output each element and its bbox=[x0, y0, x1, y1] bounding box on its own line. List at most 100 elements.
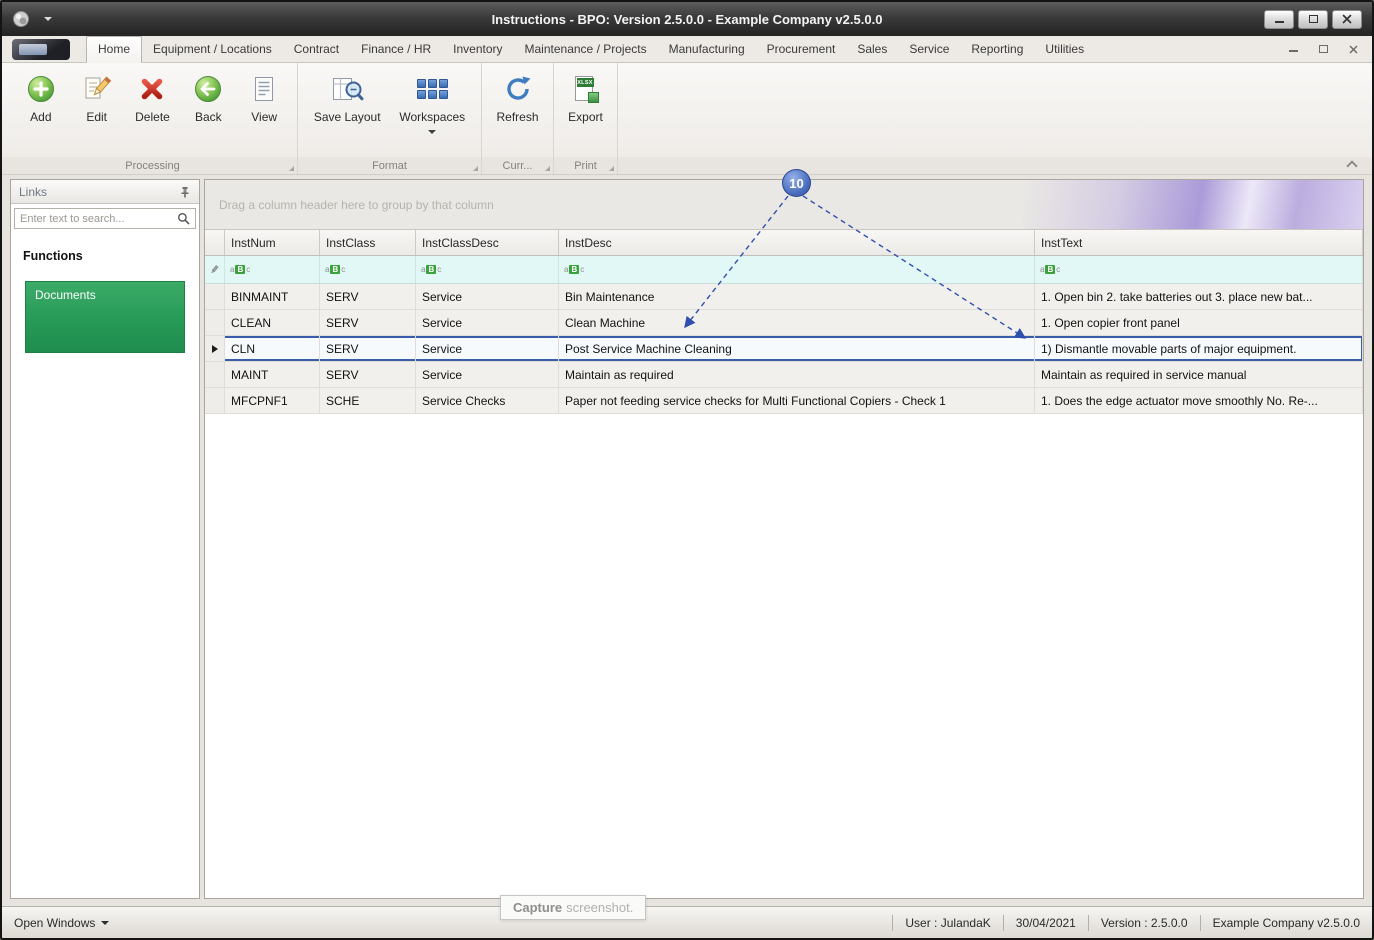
maximize-button[interactable] bbox=[1298, 9, 1328, 29]
edit-button[interactable]: Edit bbox=[74, 68, 120, 126]
column-header-instdesc[interactable]: InstDesc bbox=[559, 230, 1035, 255]
cell-instnum[interactable]: CLN bbox=[225, 336, 320, 361]
abc-filter-icon: aBc bbox=[230, 264, 251, 274]
search-box bbox=[14, 208, 196, 229]
cell-instdesc[interactable]: Maintain as required bbox=[559, 362, 1035, 387]
cell-instdesc[interactable]: Clean Machine bbox=[559, 310, 1035, 335]
pin-icon[interactable] bbox=[179, 186, 191, 198]
minimize-button[interactable] bbox=[1264, 9, 1294, 29]
filter-cell-instclassdesc[interactable]: aBc bbox=[416, 256, 559, 283]
export-xlsx-icon: XLSX bbox=[571, 73, 601, 105]
ribbon-tab-row: Home Equipment / Locations Contract Fina… bbox=[2, 36, 1372, 63]
edit-icon bbox=[82, 73, 112, 105]
cell-instclassdesc[interactable]: Service Checks bbox=[416, 388, 559, 413]
column-header-instnum[interactable]: InstNum bbox=[225, 230, 320, 255]
status-date: 30/04/2021 bbox=[1015, 915, 1076, 930]
column-header-insttext[interactable]: InstText bbox=[1035, 230, 1363, 255]
table-row[interactable]: MAINT SERV Service Maintain as required … bbox=[205, 362, 1363, 388]
tab-reporting[interactable]: Reporting bbox=[960, 37, 1034, 62]
tab-finance-hr[interactable]: Finance / HR bbox=[350, 37, 442, 62]
group-dialog-launcher-icon[interactable] bbox=[545, 166, 550, 171]
open-windows-button[interactable]: Open Windows bbox=[14, 916, 110, 930]
cell-instclass[interactable]: SCHE bbox=[320, 388, 416, 413]
documents-tile[interactable]: Documents bbox=[25, 281, 185, 353]
save-layout-button[interactable]: Save Layout bbox=[311, 68, 384, 126]
export-disk-shape bbox=[587, 92, 599, 103]
cell-instclassdesc[interactable]: Service bbox=[416, 336, 559, 361]
tab-utilities[interactable]: Utilities bbox=[1034, 37, 1095, 62]
bpo-logo[interactable] bbox=[12, 39, 70, 60]
refresh-button[interactable]: Refresh bbox=[493, 68, 541, 126]
ribbon-restore-icon[interactable] bbox=[1316, 42, 1330, 56]
tab-inventory[interactable]: Inventory bbox=[442, 37, 513, 62]
tab-sales[interactable]: Sales bbox=[846, 37, 898, 62]
delete-button[interactable]: Delete bbox=[129, 68, 175, 126]
cell-instclass[interactable]: SERV bbox=[320, 310, 416, 335]
cell-insttext[interactable]: 1. Open bin 2. take batteries out 3. pla… bbox=[1035, 284, 1363, 309]
capture-label: Capture bbox=[513, 900, 563, 915]
column-header-instclass[interactable]: InstClass bbox=[320, 230, 416, 255]
export-button[interactable]: XLSX Export bbox=[563, 68, 609, 126]
group-dialog-launcher-icon[interactable] bbox=[609, 166, 614, 171]
tab-maintenance-projects[interactable]: Maintenance / Projects bbox=[514, 37, 658, 62]
quick-access-caret-icon[interactable] bbox=[44, 17, 52, 21]
column-header-instclassdesc[interactable]: InstClassDesc bbox=[416, 230, 559, 255]
delete-button-label: Delete bbox=[135, 110, 170, 124]
filter-cell-instclass[interactable]: aBc bbox=[320, 256, 416, 283]
instructions-grid: Drag a column header here to group by th… bbox=[204, 179, 1364, 899]
cell-instdesc[interactable]: Post Service Machine Cleaning bbox=[559, 336, 1035, 361]
close-button[interactable] bbox=[1332, 9, 1362, 29]
filter-cell-insttext[interactable]: aBc bbox=[1035, 256, 1363, 283]
documents-tile-label: Documents bbox=[35, 288, 96, 302]
cell-instnum[interactable]: MFCPNF1 bbox=[225, 388, 320, 413]
tab-manufacturing[interactable]: Manufacturing bbox=[658, 37, 756, 62]
decorative-gradient bbox=[1023, 180, 1363, 229]
ribbon-minimize-icon[interactable] bbox=[1286, 42, 1300, 56]
cell-instclassdesc[interactable]: Service bbox=[416, 310, 559, 335]
capture-screenshot-button[interactable]: Capture screenshot. bbox=[500, 895, 647, 920]
group-label-current: Curr... bbox=[502, 159, 533, 172]
group-dialog-launcher-icon[interactable] bbox=[473, 166, 478, 171]
tab-procurement[interactable]: Procurement bbox=[756, 37, 847, 62]
cell-insttext[interactable]: 1) Dismantle movable parts of major equi… bbox=[1035, 336, 1363, 361]
back-button[interactable]: Back bbox=[185, 68, 231, 126]
cell-instclass[interactable]: SERV bbox=[320, 284, 416, 309]
status-user: User : JulandaK bbox=[905, 915, 991, 930]
filter-edit-icon bbox=[205, 256, 225, 283]
group-dialog-launcher-icon[interactable] bbox=[289, 166, 294, 171]
filter-cell-instdesc[interactable]: aBc bbox=[559, 256, 1035, 283]
table-row-selected[interactable]: CLN SERV Service Post Service Machine Cl… bbox=[205, 336, 1363, 362]
group-by-bar[interactable]: Drag a column header here to group by th… bbox=[205, 180, 1363, 230]
search-input[interactable] bbox=[20, 212, 177, 225]
cell-instdesc[interactable]: Paper not feeding service checks for Mul… bbox=[559, 388, 1035, 413]
cell-instclass[interactable]: SERV bbox=[320, 336, 416, 361]
cell-instdesc[interactable]: Bin Maintenance bbox=[559, 284, 1035, 309]
group-label-print: Print bbox=[574, 159, 597, 172]
table-row[interactable]: CLEAN SERV Service Clean Machine 1. Open… bbox=[205, 310, 1363, 336]
cell-insttext[interactable]: Maintain as required in service manual bbox=[1035, 362, 1363, 387]
ribbon-close-icon[interactable] bbox=[1346, 42, 1360, 56]
abc-filter-icon: aBc bbox=[1040, 264, 1061, 274]
cell-instclassdesc[interactable]: Service bbox=[416, 284, 559, 309]
ribbon-collapse-icon[interactable] bbox=[1346, 159, 1358, 172]
search-icon[interactable] bbox=[177, 212, 190, 225]
cell-instclassdesc[interactable]: Service bbox=[416, 362, 559, 387]
workspaces-button[interactable]: Workspaces bbox=[396, 68, 468, 136]
cell-instnum[interactable]: BINMAINT bbox=[225, 284, 320, 309]
table-row[interactable]: MFCPNF1 SCHE Service Checks Paper not fe… bbox=[205, 388, 1363, 414]
cell-instnum[interactable]: MAINT bbox=[225, 362, 320, 387]
tab-contract[interactable]: Contract bbox=[283, 37, 350, 62]
tab-home[interactable]: Home bbox=[86, 36, 143, 63]
cell-instclass[interactable]: SERV bbox=[320, 362, 416, 387]
cell-insttext[interactable]: 1. Open copier front panel bbox=[1035, 310, 1363, 335]
save-layout-button-label: Save Layout bbox=[313, 110, 381, 124]
cell-insttext[interactable]: 1. Does the edge actuator move smoothly … bbox=[1035, 388, 1363, 413]
view-button[interactable]: View bbox=[241, 68, 287, 126]
filter-cell-instnum[interactable]: aBc bbox=[225, 256, 320, 283]
tab-service[interactable]: Service bbox=[898, 37, 960, 62]
add-button[interactable]: Add bbox=[18, 68, 64, 126]
cell-instnum[interactable]: CLEAN bbox=[225, 310, 320, 335]
statusbar: Open Windows Capture screenshot. User : J… bbox=[2, 895, 1372, 938]
tab-equipment-locations[interactable]: Equipment / Locations bbox=[142, 37, 283, 62]
table-row[interactable]: BINMAINT SERV Service Bin Maintenance 1.… bbox=[205, 284, 1363, 310]
